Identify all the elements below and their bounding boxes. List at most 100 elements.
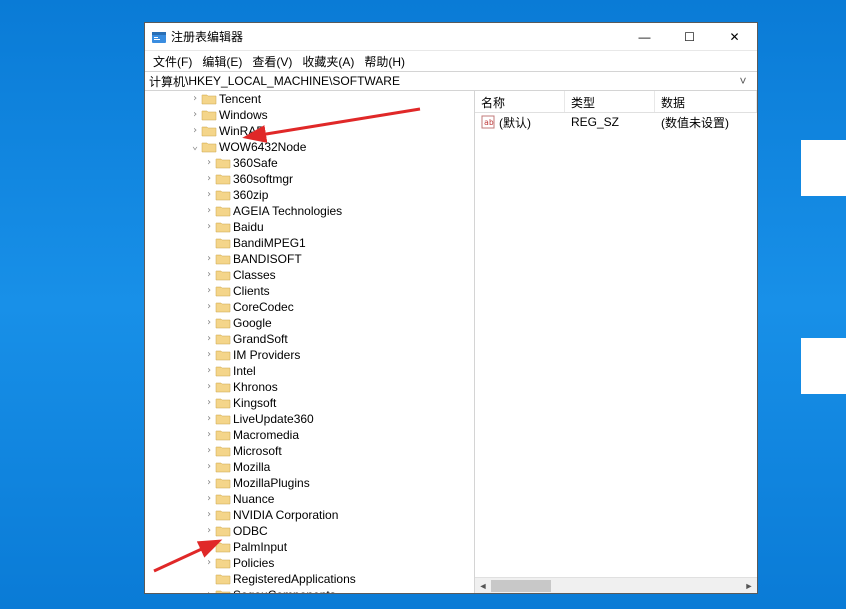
tree-item[interactable]: ›GrandSoft (145, 331, 474, 347)
expander-closed-icon[interactable]: › (203, 254, 215, 264)
tree-item[interactable]: ›Windows (145, 107, 474, 123)
expander-closed-icon[interactable]: › (203, 222, 215, 232)
tree-item[interactable]: › Google (145, 315, 474, 331)
expander-closed-icon[interactable]: › (203, 158, 215, 168)
col-data[interactable]: 数据 (655, 91, 757, 112)
expander-closed-icon[interactable]: › (203, 206, 215, 216)
expander-closed-icon[interactable]: › (203, 366, 215, 376)
expander-closed-icon[interactable]: › (203, 382, 215, 392)
menu-edit[interactable]: 编辑(E) (198, 52, 246, 71)
tree-item[interactable]: ›Intel (145, 363, 474, 379)
tree-item-label: 360softmgr (233, 172, 293, 186)
tree-item[interactable]: › 360softmgr (145, 171, 474, 187)
expander-closed-icon[interactable]: › (189, 94, 201, 104)
tree-item[interactable]: ›Baidu (145, 219, 474, 235)
tree-item[interactable]: › AGEIA Technologies (145, 203, 474, 219)
minimize-button[interactable]: — (622, 23, 667, 50)
expander-closed-icon[interactable]: › (203, 302, 215, 312)
cell-type: REG_SZ (565, 115, 655, 129)
tree-item-label: Google (233, 316, 272, 330)
folder-icon (215, 524, 231, 538)
folder-icon (215, 556, 231, 570)
tree-item[interactable]: › Clients (145, 283, 474, 299)
menu-favorites[interactable]: 收藏夹(A) (298, 52, 358, 71)
expander-closed-icon[interactable]: › (203, 190, 215, 200)
expander-closed-icon[interactable]: › (203, 414, 215, 424)
tree-item[interactable]: ›Microsoft (145, 443, 474, 459)
tree-item[interactable]: RegisteredApplications (145, 571, 474, 587)
address-dropdown-icon[interactable]: ˅ (733, 74, 753, 88)
tree-item[interactable]: ›PalmInput (145, 539, 474, 555)
folder-icon (215, 284, 231, 298)
expander-closed-icon[interactable]: › (203, 318, 215, 328)
list-row[interactable]: ab(默认)REG_SZ(数值未设置) (475, 113, 757, 131)
scroll-left-icon[interactable]: ◄ (475, 581, 491, 591)
tree-item-label: RegisteredApplications (233, 572, 356, 586)
tree-item[interactable]: ⌄WOW6432Node (145, 139, 474, 155)
horizontal-scrollbar[interactable]: ◄ ► (475, 577, 757, 593)
expander-closed-icon[interactable]: › (203, 590, 215, 593)
titlebar[interactable]: 注册表编辑器 — ☐ ✕ (145, 23, 757, 51)
app-icon (151, 29, 167, 45)
tree-item-label: CoreCodec (233, 300, 294, 314)
tree-item[interactable]: ›Nuance (145, 491, 474, 507)
expander-closed-icon[interactable]: › (203, 478, 215, 488)
tree-item[interactable]: ›Mozilla (145, 459, 474, 475)
tree-item[interactable]: › CoreCodec (145, 299, 474, 315)
expander-open-icon[interactable]: ⌄ (189, 142, 201, 152)
col-type[interactable]: 类型 (565, 91, 655, 112)
expander-closed-icon[interactable]: › (189, 110, 201, 120)
folder-icon (215, 492, 231, 506)
expander-closed-icon[interactable]: › (203, 430, 215, 440)
addressbar[interactable]: 计算机\HKEY_LOCAL_MACHINE\SOFTWARE ˅ (145, 71, 757, 91)
tree-item[interactable]: ›Macromedia (145, 427, 474, 443)
expander-closed-icon[interactable]: › (203, 270, 215, 280)
tree-item[interactable]: BandiMPEG1 (145, 235, 474, 251)
expander-closed-icon[interactable]: › (203, 446, 215, 456)
col-name[interactable]: 名称 (475, 91, 565, 112)
list-body[interactable]: ab(默认)REG_SZ(数值未设置) (475, 113, 757, 577)
folder-icon (215, 444, 231, 458)
tree-item-label: Clients (233, 284, 270, 298)
tree-item[interactable]: ›Policies (145, 555, 474, 571)
tree-item[interactable]: ›SogouComponents (145, 587, 474, 593)
tree-item[interactable]: ›IM Providers (145, 347, 474, 363)
maximize-button[interactable]: ☐ (667, 23, 712, 50)
expander-closed-icon[interactable]: › (203, 494, 215, 504)
menu-help[interactable]: 帮助(H) (360, 52, 409, 71)
tree-item[interactable]: ›360Safe (145, 155, 474, 171)
tree-item-label: WinRAR (219, 124, 265, 138)
expander-closed-icon[interactable]: › (203, 334, 215, 344)
scroll-thumb[interactable] (491, 580, 551, 592)
menu-view[interactable]: 查看(V) (248, 52, 296, 71)
folder-icon (215, 156, 231, 170)
expander-closed-icon[interactable]: › (203, 398, 215, 408)
tree-item-label: AGEIA Technologies (233, 204, 342, 218)
list-panel: 名称 类型 数据 ab(默认)REG_SZ(数值未设置) ◄ ► (475, 91, 757, 593)
tree-item[interactable]: ›360zip (145, 187, 474, 203)
tree-item[interactable]: ›NVIDIA Corporation (145, 507, 474, 523)
expander-closed-icon[interactable]: › (203, 542, 215, 552)
folder-icon (215, 172, 231, 186)
tree-item[interactable]: ›Khronos (145, 379, 474, 395)
scroll-right-icon[interactable]: ► (741, 581, 757, 591)
tree-item[interactable]: ›LiveUpdate360 (145, 411, 474, 427)
expander-closed-icon[interactable]: › (203, 174, 215, 184)
close-button[interactable]: ✕ (712, 23, 757, 50)
expander-closed-icon[interactable]: › (203, 510, 215, 520)
menu-file[interactable]: 文件(F) (149, 52, 196, 71)
expander-closed-icon[interactable]: › (203, 462, 215, 472)
expander-closed-icon[interactable]: › (203, 526, 215, 536)
tree-item[interactable]: › WinRAR (145, 123, 474, 139)
tree-item[interactable]: ›ODBC (145, 523, 474, 539)
tree-item[interactable]: ›MozillaPlugins (145, 475, 474, 491)
expander-closed-icon[interactable]: › (203, 286, 215, 296)
tree-panel[interactable]: ›Tencent›Windows›WinRAR⌄WOW6432Node›360S… (145, 91, 475, 593)
tree-item[interactable]: ›BANDISOFT (145, 251, 474, 267)
expander-closed-icon[interactable]: › (203, 558, 215, 568)
expander-closed-icon[interactable]: › (189, 126, 201, 136)
tree-item[interactable]: ›Tencent (145, 91, 474, 107)
expander-closed-icon[interactable]: › (203, 350, 215, 360)
tree-item[interactable]: ›Kingsoft (145, 395, 474, 411)
tree-item[interactable]: ›Classes (145, 267, 474, 283)
